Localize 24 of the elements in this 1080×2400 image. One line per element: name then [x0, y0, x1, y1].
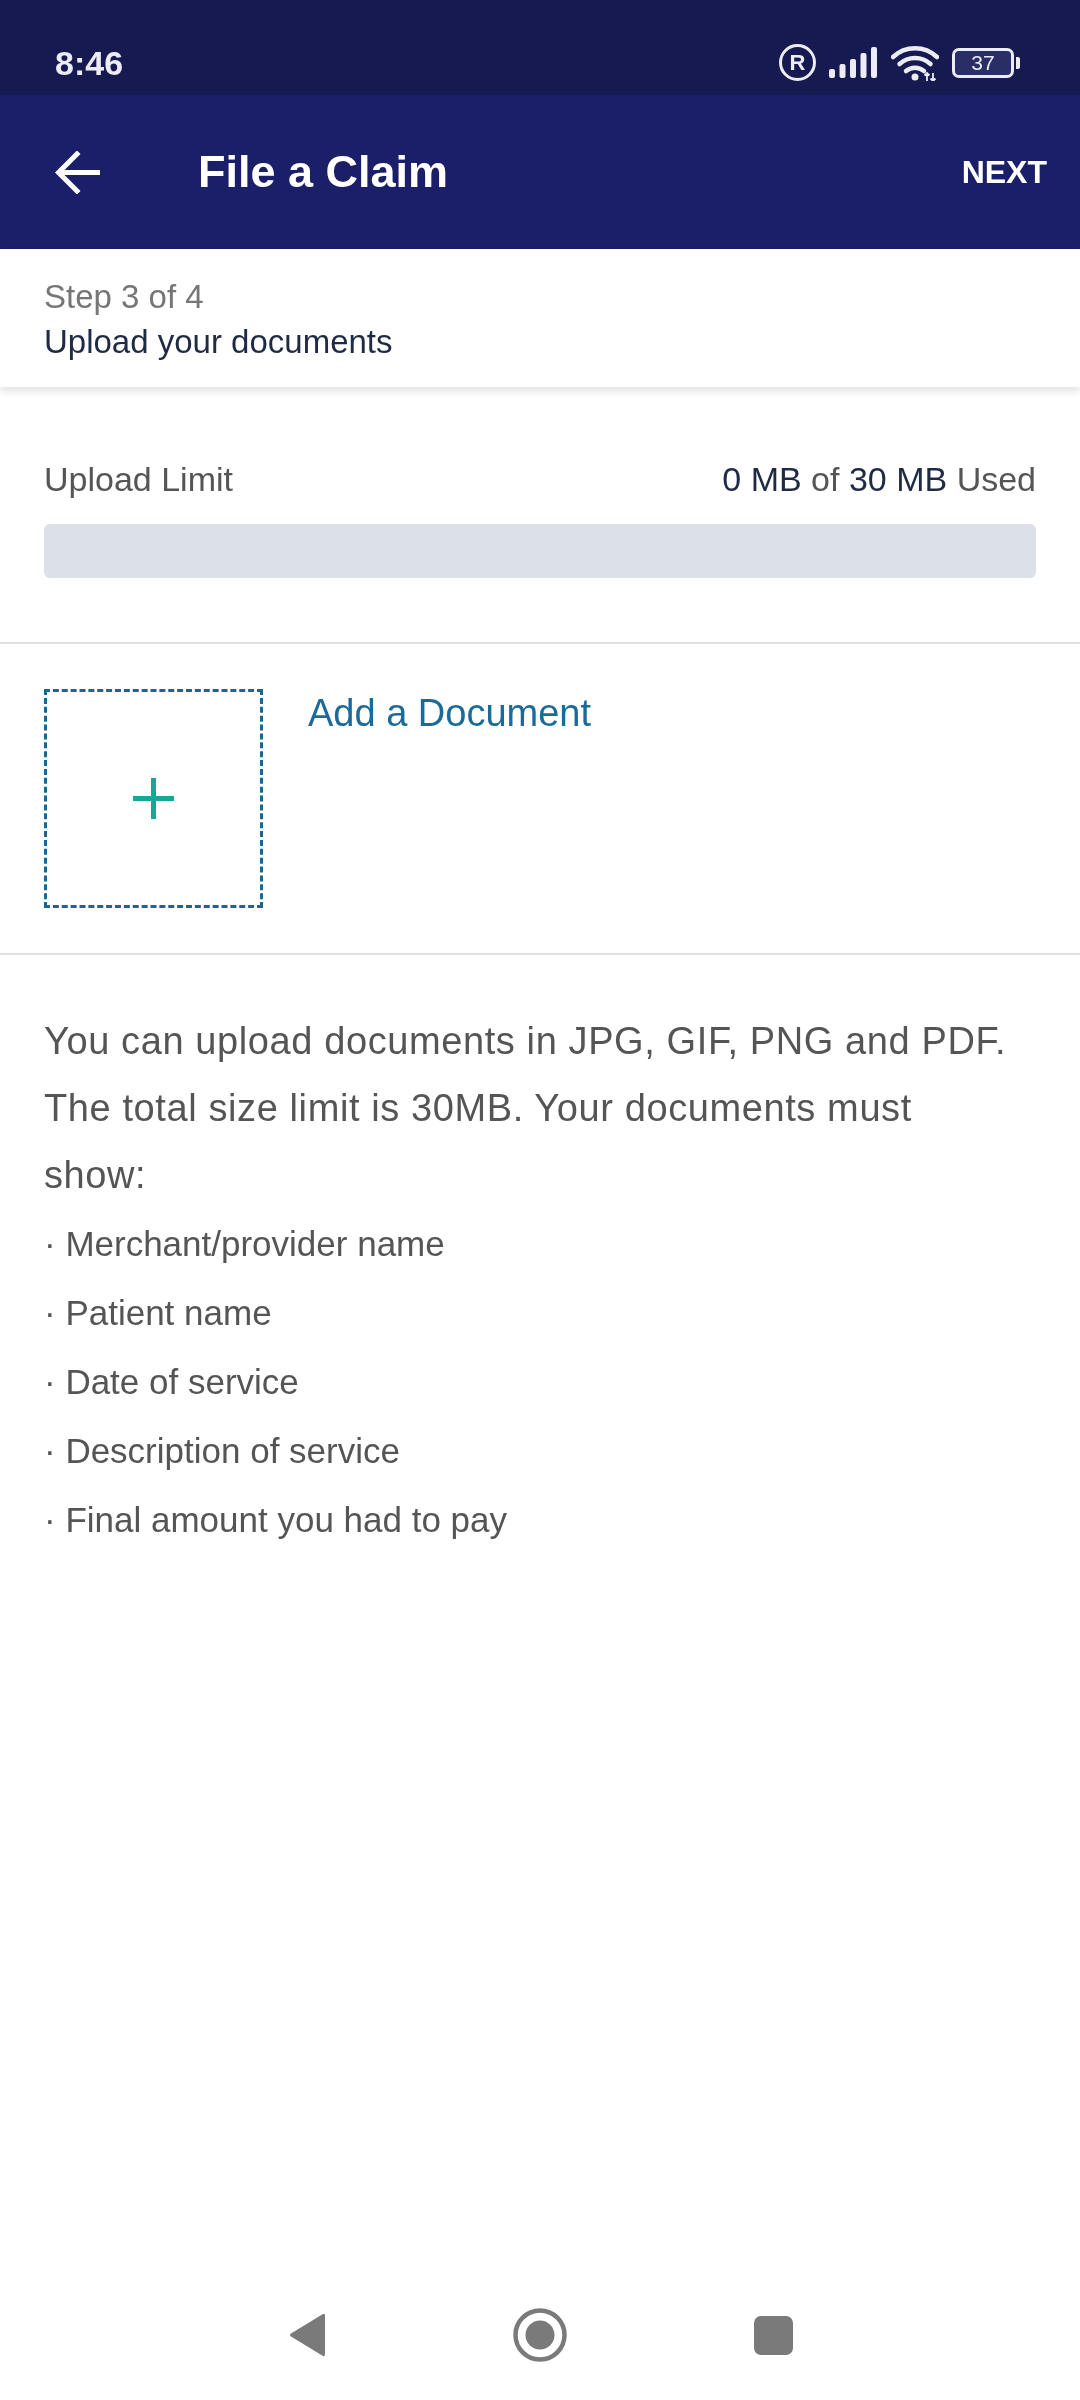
add-document-tile[interactable] — [44, 689, 263, 908]
step-title: Upload your documents — [44, 322, 393, 362]
instructions-text: You can upload documents in JPG, GIF, PNG and PDF. The total size limit is 30MB. Your documents must show: — [44, 1019, 1008, 1198]
requirement-item: · Description of service — [44, 1430, 400, 1472]
wifi-icon — [891, 44, 939, 81]
plus-icon — [133, 778, 174, 819]
upload-usage-text: 0 MB of 30 MB Used — [722, 459, 1036, 499]
recents-icon[interactable] — [753, 2315, 793, 2355]
requirement-item: · Final amount you had to pay — [44, 1499, 508, 1541]
requirement-item: · Patient name — [44, 1292, 272, 1334]
add-document-link[interactable]: Add a Document — [308, 691, 592, 735]
screen-title: File a Claim — [198, 146, 449, 198]
upload-limit-label: Upload Limit — [44, 459, 233, 499]
signal-icon — [829, 47, 878, 78]
back-icon[interactable] — [289, 2312, 325, 2358]
status-time: 8:46 — [55, 42, 124, 83]
battery-indicator: 37 — [952, 47, 1020, 78]
requirement-item: · Merchant/provider name — [44, 1223, 445, 1265]
requirement-item: · Date of service — [44, 1361, 299, 1403]
roaming-indicator: R — [779, 44, 816, 81]
step-counter: Step 3 of 4 — [44, 277, 204, 317]
home-icon[interactable] — [513, 2308, 567, 2362]
back-arrow-icon[interactable] — [55, 150, 100, 194]
next-button[interactable]: NEXT — [961, 152, 1047, 192]
